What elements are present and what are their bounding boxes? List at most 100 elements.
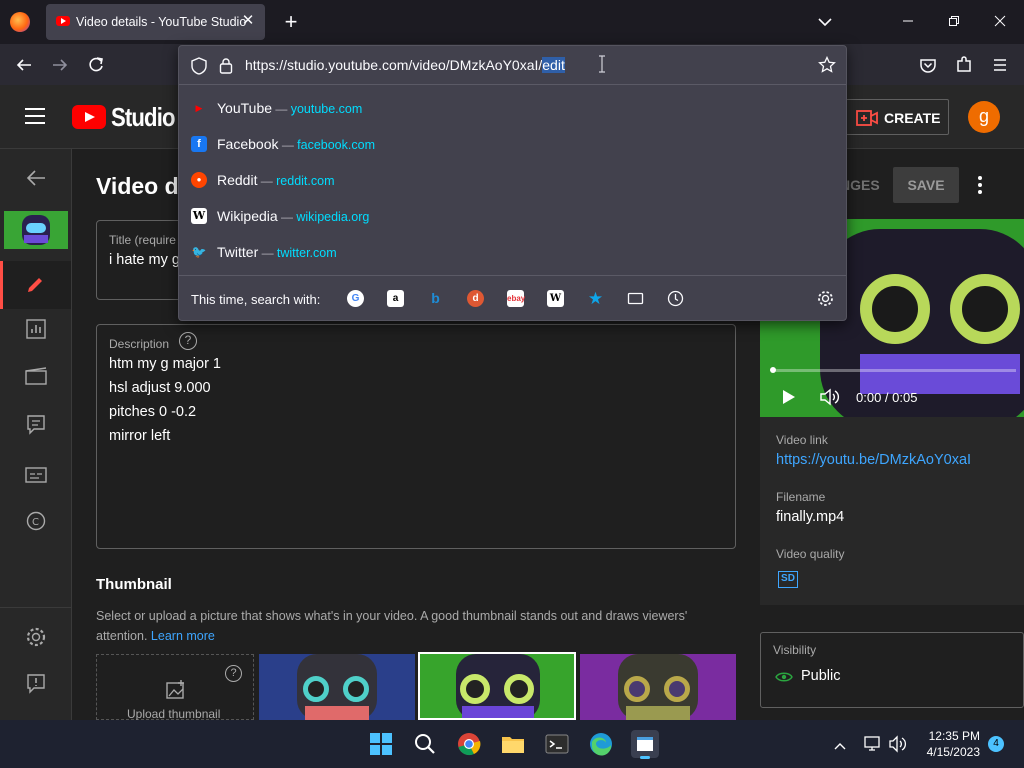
wikipedia-engine-icon[interactable]: W — [547, 290, 564, 307]
back-arrow-icon[interactable] — [11, 52, 37, 78]
video-link[interactable]: https://youtu.be/DMzkAoY0xaI — [776, 452, 971, 468]
thumbnail-help-text: Select or upload a picture that shows wh… — [96, 606, 736, 646]
svg-text:C: C — [32, 517, 39, 528]
lock-icon[interactable] — [219, 57, 233, 79]
thumbnail-option-2-selected[interactable] — [418, 652, 576, 720]
active-window-icon[interactable] — [631, 730, 659, 759]
close-tab-icon[interactable]: ✕ — [237, 10, 259, 32]
video-quality-label: Video quality — [776, 547, 845, 561]
visibility-card[interactable]: Visibility Public — [760, 632, 1024, 708]
volume-icon[interactable] — [819, 388, 841, 411]
tabs-icon[interactable] — [627, 290, 644, 307]
address-bar[interactable]: https://studio.youtube.com/video/DMzkAoY… — [179, 46, 846, 85]
sidebar-item-details[interactable] — [0, 261, 71, 309]
more-options-icon[interactable] — [970, 173, 990, 197]
clock-time[interactable]: 12:35 PM — [924, 729, 980, 743]
settings-gear-icon[interactable] — [22, 626, 50, 654]
save-button[interactable]: SAVE — [893, 167, 959, 203]
bookmark-star-icon[interactable] — [818, 55, 836, 79]
avatar[interactable]: g — [968, 101, 1000, 133]
suggestion-title: YouTube — [217, 100, 273, 116]
file-explorer-icon[interactable] — [499, 730, 527, 758]
search-icon[interactable] — [411, 730, 439, 758]
duckduckgo-icon[interactable]: d — [467, 290, 484, 307]
volume-icon[interactable] — [888, 735, 908, 758]
subtitles-icon[interactable] — [22, 464, 50, 492]
url-input[interactable]: https://studio.youtube.com/video/DMzkAoY… — [245, 57, 565, 73]
new-tab-button[interactable]: + — [278, 8, 304, 36]
studio-sidebar: C — [0, 149, 72, 720]
upload-thumbnail-button[interactable]: Upload thumbnail ? — [96, 654, 254, 721]
back-arrow-icon[interactable] — [22, 166, 50, 194]
pocket-icon[interactable] — [915, 52, 941, 78]
amazon-icon[interactable]: a — [387, 290, 404, 307]
suggestion-title: Facebook — [217, 136, 279, 152]
description-field[interactable]: Description ? htm my g major 1 hsl adjus… — [96, 324, 736, 549]
forward-arrow-icon[interactable] — [47, 52, 73, 78]
video-thumbnail-small[interactable] — [4, 211, 68, 249]
suggestion-domain: wikipedia.org — [296, 210, 370, 224]
bookmarks-star-icon[interactable]: ★ — [587, 290, 604, 307]
extensions-puzzle-icon[interactable] — [951, 52, 977, 78]
notification-badge[interactable]: 4 — [988, 736, 1004, 752]
edge-icon[interactable] — [587, 730, 615, 758]
analytics-icon[interactable] — [22, 319, 50, 347]
bing-icon[interactable]: b — [427, 290, 444, 307]
help-icon[interactable]: ? — [179, 332, 197, 350]
network-icon[interactable] — [864, 735, 882, 758]
url-text: https://studio.youtube.com/video/DMzkAoY… — [245, 57, 543, 73]
search-settings-gear-icon[interactable] — [817, 290, 834, 307]
show-hidden-icons-chevron-icon[interactable] — [833, 738, 847, 756]
suggestion-title: Reddit — [217, 172, 258, 188]
copyright-icon[interactable]: C — [22, 511, 50, 539]
list-all-tabs-chevron-icon[interactable] — [812, 10, 838, 34]
shield-icon[interactable] — [191, 57, 207, 80]
minimize-button[interactable] — [888, 8, 928, 36]
menu-icon[interactable] — [24, 107, 48, 130]
firefox-icon[interactable] — [10, 12, 30, 32]
windows-start-icon[interactable] — [367, 730, 395, 758]
restore-button[interactable] — [934, 8, 974, 36]
suggestion-separator: — — [278, 138, 298, 152]
chrome-icon[interactable] — [455, 730, 483, 758]
youtube-logo-icon[interactable] — [72, 105, 106, 129]
send-feedback-icon[interactable] — [22, 673, 50, 701]
suggestion-domain: twitter.com — [276, 246, 337, 260]
suggestion-youtube[interactable]: ▶ YouTube — youtube.com — [179, 90, 846, 126]
ebay-icon[interactable]: ebay — [507, 290, 525, 307]
create-video-icon — [856, 110, 878, 126]
terminal-icon[interactable] — [543, 730, 571, 758]
add-photo-icon — [166, 680, 184, 699]
create-label: CREATE — [884, 110, 941, 126]
suggestion-reddit[interactable]: ● Reddit — reddit.com — [179, 162, 846, 198]
play-icon[interactable] — [782, 389, 796, 410]
google-icon[interactable]: G — [347, 290, 364, 307]
editor-clapper-icon[interactable] — [22, 366, 50, 394]
twitter-icon: 🐦 — [191, 245, 207, 259]
clock-date[interactable]: 4/15/2023 — [916, 745, 980, 759]
close-window-button[interactable] — [980, 8, 1020, 36]
page-title: Video d — [96, 173, 179, 199]
suggestion-label: YouTube — youtube.com — [217, 100, 362, 116]
comments-icon[interactable] — [22, 414, 50, 442]
hamburger-menu-icon[interactable] — [987, 52, 1013, 78]
tab-video-details[interactable]: Video details - YouTube Studio ✕ — [46, 4, 265, 40]
suggestion-label: Reddit — reddit.com — [217, 172, 335, 188]
filename: finally.mp4 — [776, 509, 845, 525]
history-clock-icon[interactable] — [667, 290, 684, 307]
create-button[interactable]: CREATE — [845, 99, 949, 135]
thumbnail-option-3[interactable] — [580, 654, 736, 720]
quality-sd-badge: SD — [778, 571, 798, 588]
description-line: mirror left — [109, 428, 171, 444]
learn-more-link[interactable]: Learn more — [151, 629, 215, 643]
suggestion-facebook[interactable]: f Facebook — facebook.com — [179, 126, 846, 162]
suggestion-title: Wikipedia — [217, 208, 278, 224]
reload-icon[interactable] — [83, 52, 109, 78]
suggestion-twitter[interactable]: 🐦 Twitter — twitter.com — [179, 234, 846, 270]
title-label: Title (require — [109, 233, 176, 247]
filename-label: Filename — [776, 490, 826, 504]
thumbnail-heading: Thumbnail — [96, 576, 172, 593]
help-icon[interactable]: ? — [225, 665, 242, 682]
suggestion-wikipedia[interactable]: W Wikipedia — wikipedia.org — [179, 198, 846, 234]
thumbnail-option-1[interactable] — [259, 654, 415, 720]
